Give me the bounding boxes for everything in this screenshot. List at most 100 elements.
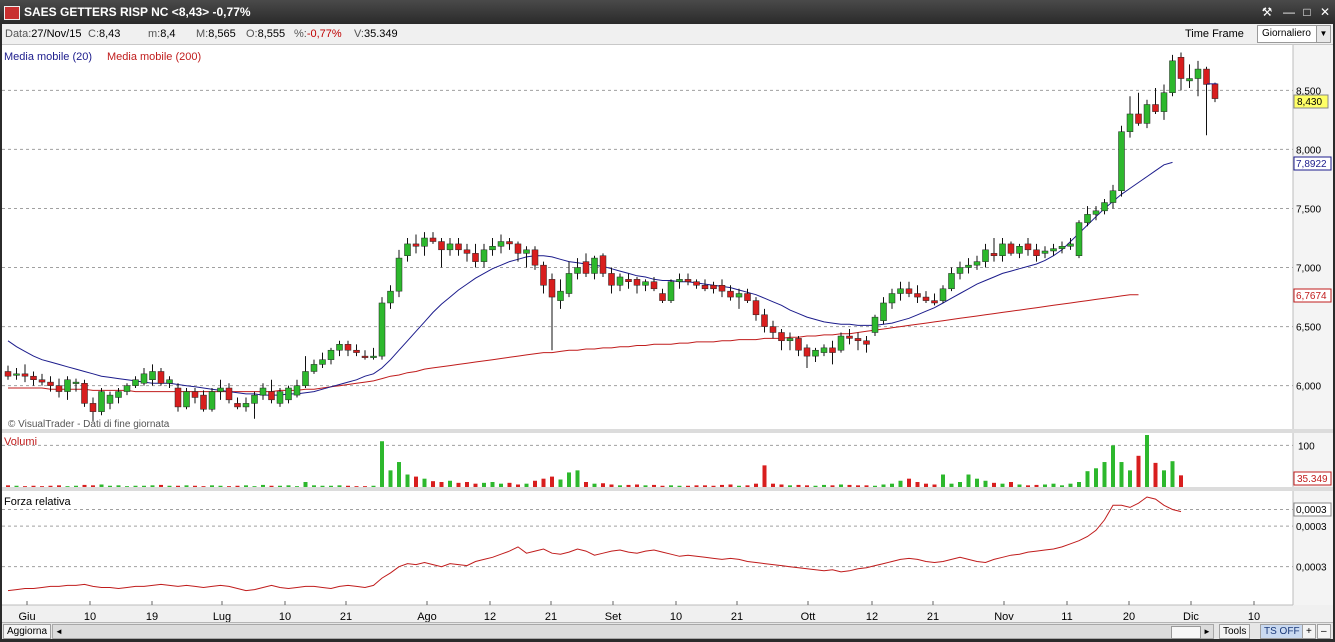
rs-tick-label: 0,0003: [1296, 522, 1327, 533]
candle-body: [667, 281, 675, 301]
candle-body: [217, 387, 224, 392]
close-button[interactable]: ✕: [1317, 4, 1333, 20]
volume-bar: [924, 483, 928, 487]
date-tick-label: 21: [731, 611, 743, 622]
candle-body: [1160, 92, 1168, 112]
volume-bar: [142, 485, 146, 487]
candle-body: [361, 355, 369, 358]
volume-bar: [932, 484, 937, 487]
rs-panel-label: Forza relativa: [4, 496, 72, 508]
ts-off-button[interactable]: TS OFF: [1260, 624, 1304, 639]
candle-body: [208, 391, 216, 410]
candle-body: [13, 373, 20, 376]
candle-body: [523, 249, 530, 254]
panel-separator[interactable]: [2, 487, 1333, 491]
volume-bar: [567, 472, 571, 487]
candle-body: [1109, 190, 1117, 203]
volume-bar: [507, 482, 512, 487]
volume-bar: [550, 476, 554, 487]
candle-body: [1092, 210, 1100, 215]
candle-body: [463, 249, 471, 254]
candle-body: [319, 359, 326, 365]
candle-body: [718, 285, 726, 292]
volume-bar: [788, 485, 792, 487]
legend-ma20[interactable]: Media mobile (20): [4, 51, 92, 63]
tools-icon[interactable]: ⚒: [1259, 4, 1275, 20]
price-tick-label: 6,000: [1296, 382, 1321, 393]
bottom-bar: Aggiorna ◄ ► Tools TS OFF + –: [2, 622, 1333, 639]
volume-bar: [958, 482, 962, 487]
candle-body: [880, 302, 887, 321]
info-date: Data:27/Nov/15: [5, 28, 82, 40]
scroll-left-icon[interactable]: ◄: [53, 625, 65, 638]
candle-body: [132, 379, 139, 386]
volume-bar: [397, 462, 401, 487]
volume-bar: [720, 484, 724, 487]
info-min: m:8,4: [148, 28, 176, 40]
date-tick-label: 10: [1248, 611, 1260, 622]
volume-bar: [23, 486, 27, 487]
candle-body: [812, 349, 819, 357]
volume-bar: [941, 474, 945, 487]
candle-body: [378, 302, 386, 357]
volume-bar: [31, 485, 36, 487]
candle-body: [761, 314, 768, 327]
candle-body: [1058, 246, 1066, 249]
scroll-right-icon[interactable]: ►: [1201, 625, 1213, 638]
date-tick-label: Nov: [994, 611, 1014, 622]
candle-body: [1075, 222, 1083, 256]
maximize-button[interactable]: □: [1299, 4, 1315, 20]
volume-bar: [575, 470, 580, 487]
panel-separator[interactable]: [2, 429, 1333, 433]
candle-body: [412, 243, 420, 247]
legend-ma200[interactable]: Media mobile (200): [107, 51, 201, 63]
volume-bar: [1077, 482, 1081, 487]
candle-body: [863, 340, 870, 345]
volume-bar: [669, 485, 673, 487]
volume-bar: [584, 482, 588, 487]
volume-bar: [737, 485, 741, 487]
candle-body: [1143, 104, 1151, 124]
price-tick-label: 7,500: [1296, 204, 1321, 215]
candle-body: [854, 338, 862, 342]
volume-bar: [1153, 462, 1158, 487]
candle-body: [293, 385, 301, 396]
ma20-tag: 7,8922: [1296, 159, 1327, 170]
chart-scrollbar[interactable]: ◄ ►: [52, 624, 1214, 639]
volume-bar: [490, 482, 495, 487]
volume-bar: [762, 465, 767, 487]
zoom-in-button[interactable]: +: [1302, 624, 1316, 639]
date-tick-label: Ago: [417, 611, 437, 622]
candle-body: [871, 316, 879, 333]
volume-bar: [1119, 462, 1124, 487]
volume-bar: [320, 485, 325, 487]
scrollbar-thumb[interactable]: [1171, 626, 1201, 639]
date-tick-label: Ott: [801, 611, 816, 622]
candle-body: [472, 253, 479, 262]
time-frame-select[interactable]: Giornaliero ▼: [1257, 25, 1331, 43]
price-chart[interactable]: 100 0,0003 0,0003 0,0003 6,000 6,500 7,000 7,…: [2, 45, 1333, 622]
refresh-button[interactable]: Aggiorna: [3, 624, 52, 639]
candle-body: [514, 243, 522, 254]
candle-body: [608, 273, 615, 286]
zoom-out-button[interactable]: –: [1317, 624, 1331, 639]
chevron-down-icon[interactable]: ▼: [1316, 26, 1330, 42]
volume-bar: [346, 485, 350, 487]
price-tick-label: 8,000: [1296, 145, 1321, 156]
candle-body: [591, 257, 598, 274]
info-close: C:8,43: [88, 28, 121, 40]
candle-body: [599, 255, 607, 274]
volume-bar: [448, 480, 452, 487]
candle-body: [1126, 113, 1134, 132]
candle-body: [47, 381, 54, 386]
candle-body: [735, 293, 743, 298]
volume-bar: [907, 478, 911, 487]
candle-body: [174, 387, 182, 408]
candle-body: [234, 403, 241, 408]
tools-button[interactable]: Tools: [1219, 624, 1251, 639]
minimize-button[interactable]: ―: [1281, 4, 1297, 20]
candle-body: [89, 403, 97, 412]
volume-bar: [864, 485, 869, 487]
candle-body: [1084, 214, 1091, 223]
volume-bar: [805, 485, 809, 487]
